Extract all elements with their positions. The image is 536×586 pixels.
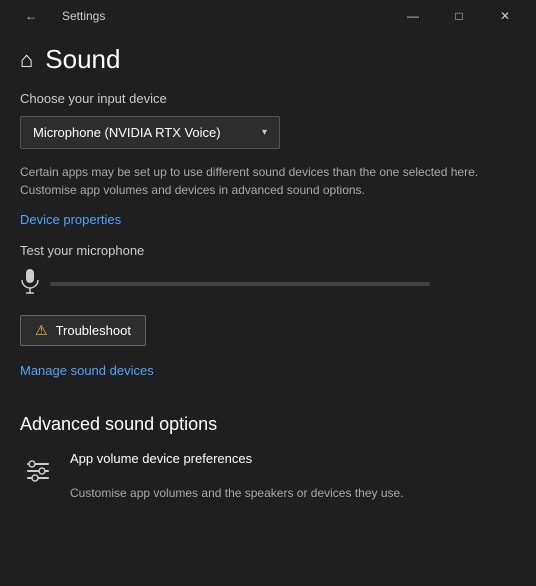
advanced-sound-section: Advanced sound options App volume device… <box>20 394 516 502</box>
content-area: Choose your input device Microphone (NVI… <box>0 91 536 502</box>
microphone-test-section: Test your microphone ⚠ Troubleshoot Mana… <box>20 243 516 394</box>
troubleshoot-label: Troubleshoot <box>56 323 131 338</box>
sliders-icon <box>20 453 56 489</box>
dropdown-selected-text: Microphone (NVIDIA RTX Voice) <box>33 125 221 140</box>
title-bar-controls: — □ ✕ <box>390 0 528 32</box>
mic-level-row <box>20 268 516 299</box>
home-icon: ⌂ <box>20 47 33 73</box>
app-volume-item: App volume device preferences Customise … <box>20 451 516 502</box>
minimize-button[interactable]: — <box>390 0 436 32</box>
troubleshoot-button[interactable]: ⚠ Troubleshoot <box>20 315 146 346</box>
warning-icon: ⚠ <box>35 322 48 339</box>
mic-level-bar <box>50 282 430 286</box>
input-device-section: Choose your input device Microphone (NVI… <box>20 91 516 243</box>
input-device-dropdown[interactable]: Microphone (NVIDIA RTX Voice) ▾ <box>20 116 280 149</box>
title-bar-title: Settings <box>62 9 105 23</box>
maximize-button[interactable]: □ <box>436 0 482 32</box>
app-volume-title[interactable]: App volume device preferences <box>70 451 404 466</box>
device-properties-link[interactable]: Device properties <box>20 212 121 227</box>
app-volume-description: Customise app volumes and the speakers o… <box>70 485 404 502</box>
mic-test-label: Test your microphone <box>20 243 516 258</box>
page-header: ⌂ Sound <box>0 32 536 91</box>
dropdown-arrow-icon: ▾ <box>262 127 267 138</box>
input-device-label: Choose your input device <box>20 91 516 106</box>
app-volume-text: App volume device preferences Customise … <box>70 451 404 502</box>
title-bar: ← Settings — □ ✕ <box>0 0 536 32</box>
advanced-section-title: Advanced sound options <box>20 414 516 435</box>
back-button[interactable]: ← <box>8 0 54 32</box>
microphone-icon <box>20 268 40 299</box>
input-info-text: Certain apps may be set up to use differ… <box>20 163 516 199</box>
manage-sound-devices-link[interactable]: Manage sound devices <box>20 363 154 378</box>
page-title: Sound <box>45 44 120 75</box>
close-button[interactable]: ✕ <box>482 0 528 32</box>
title-bar-left: ← Settings <box>8 0 105 32</box>
